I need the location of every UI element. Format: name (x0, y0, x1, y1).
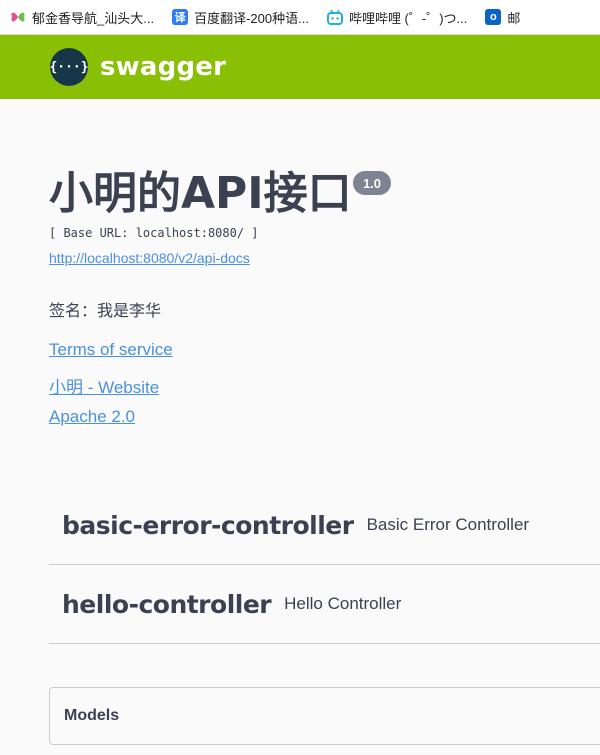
bookmark-tulip-nav[interactable]: 郁金香导航_汕头大... (10, 8, 154, 27)
contact-website-link[interactable]: 小明 - Website (49, 373, 159, 398)
tag-section-hello-controller[interactable]: hello-controller Hello Controller (49, 565, 600, 644)
terms-of-service-link[interactable]: Terms of service (49, 340, 173, 360)
swagger-topbar: {···} swagger (0, 35, 600, 99)
tag-section-basic-error-controller[interactable]: basic-error-controller Basic Error Contr… (49, 486, 600, 565)
bookmark-label: 邮 (507, 10, 521, 26)
bookmark-label: 哔哩哔哩 (゜-゜)つ... (348, 10, 468, 26)
tag-description: Basic Error Controller (366, 515, 530, 534)
butterfly-icon (10, 9, 26, 25)
bookmark-baidu-translate[interactable]: 译 百度翻译-200种语... (172, 8, 309, 27)
models-title[interactable]: Models (64, 707, 119, 725)
tag-name[interactable]: basic-error-controller (62, 511, 354, 540)
swagger-logo-icon[interactable]: {···} (49, 48, 89, 86)
bookmarks-bar: 郁金香导航_汕头大... 译 百度翻译-200种语... 哔哩哔哩 (゜-゜)つ… (0, 0, 600, 35)
swagger-logo-text[interactable]: swagger (100, 52, 226, 82)
bookmark-label: 郁金香导航_汕头大... (32, 10, 155, 26)
bilibili-icon (326, 9, 343, 25)
api-docs-link[interactable]: http://localhost:8080/v2/api-docs (49, 250, 250, 266)
outlook-icon: o (485, 9, 502, 25)
base-url: [ Base URL: localhost:8080/ ] (49, 226, 259, 240)
version-badge: 1.0 (353, 171, 391, 195)
translate-icon: 译 (172, 9, 189, 25)
bookmark-label: 百度翻译-200种语... (194, 10, 309, 26)
logo-glyph: {···} (49, 59, 89, 75)
models-section[interactable]: Models (49, 687, 600, 745)
api-title: 小明的API接口 (49, 168, 352, 219)
api-description: 签名：我是李华 (49, 303, 162, 320)
bookmark-bilibili[interactable]: 哔哩哔哩 (゜-゜)つ... (326, 8, 468, 27)
tag-description: Hello Controller (284, 594, 402, 613)
license-link[interactable]: Apache 2.0 (49, 407, 135, 427)
bookmark-outlook[interactable]: o 邮 (485, 8, 520, 27)
tag-name[interactable]: hello-controller (62, 590, 272, 619)
